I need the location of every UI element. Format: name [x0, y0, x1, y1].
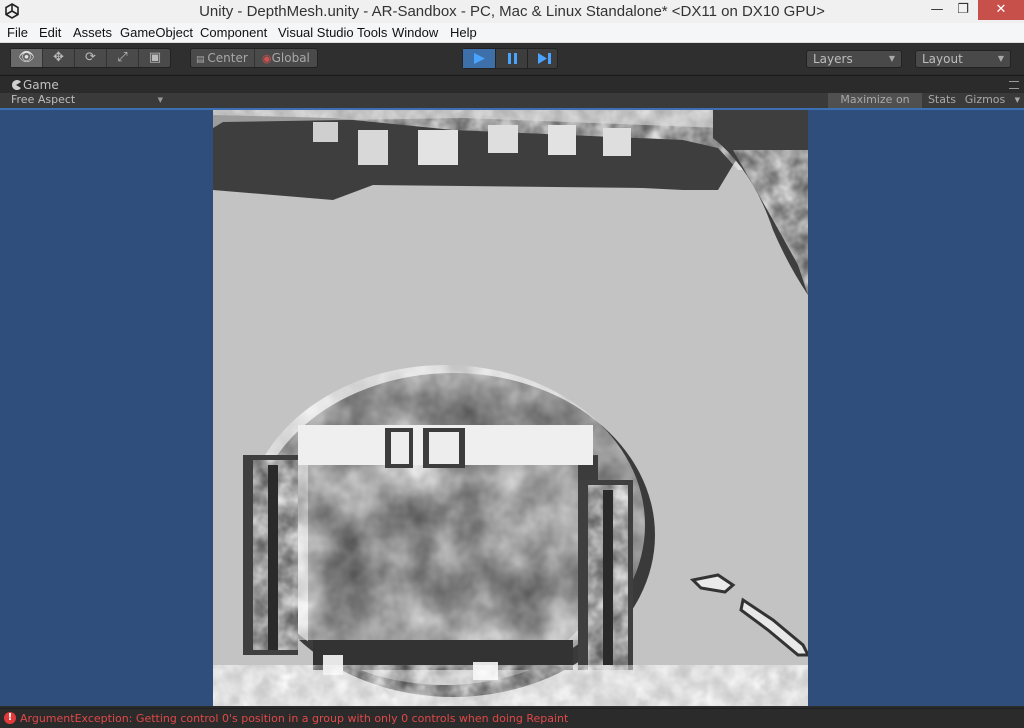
rotate-icon: ⟳	[85, 50, 96, 65]
pivot-center-button[interactable]: ▤ Center	[191, 49, 255, 67]
maximize-button[interactable]: ❐	[950, 0, 976, 20]
menu-component[interactable]: Component	[200, 25, 267, 40]
rect-tool-button[interactable]: ▣	[139, 49, 171, 67]
aspect-dropdown[interactable]: Free Aspect ▼	[6, 93, 166, 108]
panel-tab-bar: Game	[0, 75, 1024, 93]
space-label: Global	[271, 51, 310, 65]
menu-bar: File Edit Assets GameObject Component Vi…	[0, 23, 1024, 43]
rect-tool-icon: ▣	[148, 50, 162, 65]
layout-label: Layout	[922, 52, 963, 66]
menu-help[interactable]: Help	[450, 25, 477, 40]
chevron-down-icon: ▼	[157, 96, 163, 104]
gizmos-toggle[interactable]: Gizmos ▼	[962, 93, 1020, 108]
window-title: Unity - DepthMesh.unity - AR-Sandbox - P…	[199, 3, 825, 20]
game-view-bar: Free Aspect ▼ Maximize on Play Stats Giz…	[0, 93, 1024, 120]
menu-edit[interactable]: Edit	[39, 25, 61, 40]
minimize-button[interactable]: —	[924, 0, 950, 20]
menu-gameobject[interactable]: GameObject	[120, 25, 193, 40]
move-tool-button[interactable]: ✥	[43, 49, 75, 67]
pacman-icon	[12, 80, 21, 90]
playback-controls	[462, 48, 558, 69]
maximize-on-play-toggle[interactable]: Maximize on Play	[828, 93, 922, 120]
pivot-icon: ▤	[196, 55, 208, 65]
step-icon	[538, 53, 551, 64]
pivot-global-button[interactable]: ◉Global	[257, 49, 319, 67]
aspect-label: Free Aspect	[11, 93, 76, 106]
pivot-group: ▤ Center ◉Global	[190, 48, 318, 68]
status-bar[interactable]: ! ArgumentException: Getting control 0's…	[0, 708, 1024, 728]
menu-window[interactable]: Window	[392, 25, 438, 40]
pause-icon	[508, 53, 517, 64]
view-tool-button[interactable]: 👁	[11, 49, 43, 67]
menu-file[interactable]: File	[7, 25, 28, 40]
depth-mesh-render	[213, 110, 808, 706]
chevron-down-icon: ▼	[888, 54, 895, 63]
menu-assets[interactable]: Assets	[73, 25, 112, 40]
tab-game-label: Game	[23, 78, 59, 92]
tab-game[interactable]: Game	[3, 77, 83, 94]
pause-button[interactable]	[495, 49, 527, 68]
play-button[interactable]	[463, 49, 495, 68]
gizmos-label: Gizmos	[964, 93, 1006, 106]
close-button[interactable]: ✕	[978, 0, 1024, 20]
status-message[interactable]: ArgumentException: Getting control 0's p…	[20, 712, 568, 725]
title-bar: Unity - DepthMesh.unity - AR-Sandbox - P…	[0, 0, 1024, 23]
step-button[interactable]	[527, 49, 559, 68]
eye-icon: 👁	[18, 50, 35, 65]
move-arrows-icon: ✥	[53, 50, 64, 65]
chevron-down-icon: ▼	[997, 54, 1004, 63]
rotate-tool-button[interactable]: ⟳	[75, 49, 107, 67]
play-icon	[474, 53, 485, 64]
globe-icon: ◉	[262, 52, 272, 65]
scale-tool-button[interactable]: ⤢	[107, 49, 139, 67]
scale-icon: ⤢	[117, 50, 128, 65]
pivot-label: Center	[207, 51, 248, 65]
menu-visual-studio-tools[interactable]: Visual Studio Tools	[278, 25, 387, 40]
error-icon: !	[4, 712, 16, 724]
transform-tools: 👁 ✥ ⟳ ⤢ ▣	[10, 48, 171, 68]
panel-menu-icon[interactable]	[1009, 81, 1019, 89]
layers-dropdown[interactable]: Layers ▼	[806, 50, 902, 68]
chevron-down-icon: ▼	[1014, 96, 1020, 104]
stats-toggle[interactable]: Stats	[924, 93, 960, 108]
layers-label: Layers	[813, 52, 853, 66]
layout-dropdown[interactable]: Layout ▼	[915, 50, 1011, 68]
game-render-output[interactable]	[213, 110, 808, 706]
